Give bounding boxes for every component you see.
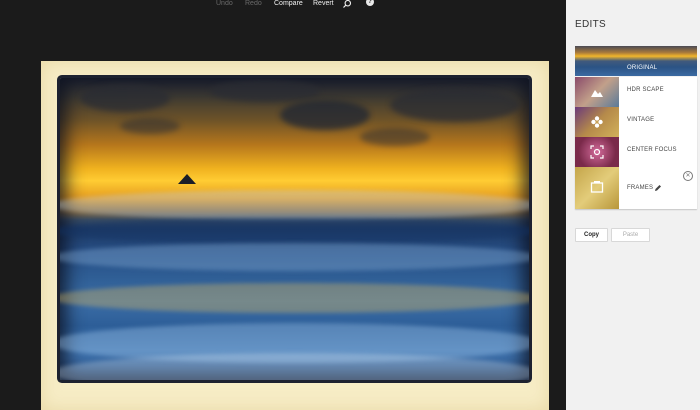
- edit-item-original[interactable]: ORIGINAL: [575, 46, 697, 76]
- edit-item-frames[interactable]: FRAMES ✕: [575, 167, 697, 209]
- mountain-icon: [590, 85, 604, 99]
- undo-button[interactable]: Undo: [216, 0, 233, 10]
- help-icon[interactable]: ?: [366, 0, 374, 6]
- sea-rock: [178, 174, 196, 184]
- photo-frame: [41, 61, 549, 410]
- pencil-icon[interactable]: [654, 184, 662, 194]
- edit-item-label: HDR SCAPE: [627, 87, 664, 93]
- search-icon[interactable]: [342, 0, 352, 9]
- vintage-thumbnail: [575, 107, 619, 137]
- edited-photo: [60, 78, 529, 380]
- edit-item-center-focus[interactable]: CENTER FOCUS: [575, 137, 697, 167]
- sidebar-title: EDITS: [575, 19, 606, 30]
- frame-icon: [590, 180, 604, 194]
- top-toolbar: Undo Redo Compare Revert ?: [0, 0, 566, 10]
- redo-button[interactable]: Redo: [245, 0, 262, 10]
- close-circle-icon[interactable]: ✕: [683, 171, 693, 181]
- original-thumbnail: [575, 46, 697, 76]
- edit-item-vintage[interactable]: VINTAGE: [575, 107, 697, 137]
- edit-item-label: ORIGINAL: [627, 65, 658, 71]
- compare-button[interactable]: Compare: [274, 0, 303, 10]
- camera-focus-icon: [590, 145, 604, 159]
- edits-sidebar: EDITS ORIGINAL HDR SCAPE VINTAGE CENTER …: [566, 0, 700, 410]
- frames-thumbnail: [575, 167, 619, 209]
- revert-button[interactable]: Revert: [313, 0, 334, 10]
- center-focus-thumbnail: [575, 137, 619, 167]
- hdr-scape-thumbnail: [575, 77, 619, 107]
- edit-item-label: CENTER FOCUS: [627, 147, 677, 153]
- edit-item-hdr-scape[interactable]: HDR SCAPE: [575, 77, 697, 107]
- copy-button[interactable]: Copy: [575, 228, 608, 242]
- paste-button[interactable]: Paste: [611, 228, 650, 242]
- photo-canvas: [0, 10, 566, 410]
- edit-item-label: FRAMES: [627, 185, 654, 191]
- edit-item-label: VINTAGE: [627, 117, 655, 123]
- flower-icon: [590, 115, 604, 129]
